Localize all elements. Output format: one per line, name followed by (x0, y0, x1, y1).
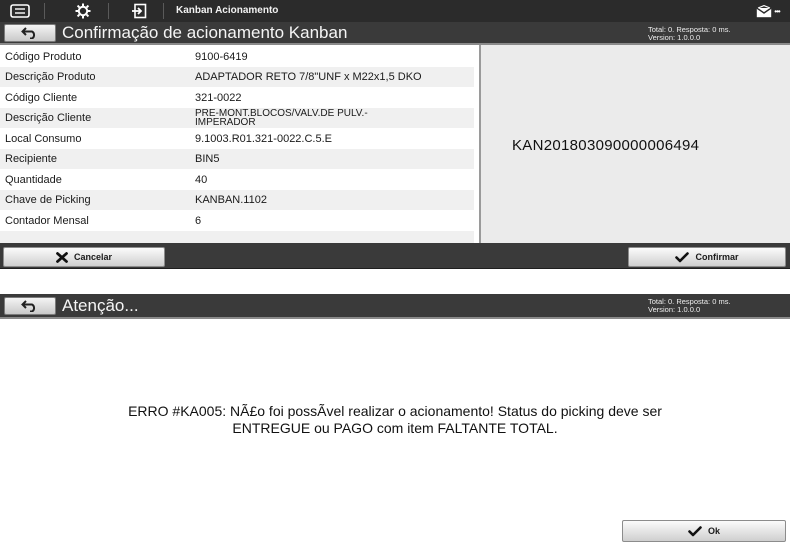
dialog-header: Atenção... Total: 0. Resposta: 0 ms. Ver… (0, 294, 790, 319)
error-message: ERRO #KA005: NÃ£o foi possÃ­vel realizar… (0, 403, 790, 437)
row-label: Descrição Cliente (5, 112, 92, 124)
page-title: Confirmação de acionamento Kanban (62, 23, 348, 42)
confirm-button[interactable]: Confirmar (628, 247, 786, 267)
divider-space (0, 270, 790, 294)
menu-button[interactable] (0, 0, 40, 22)
top-system-bar: Kanban Acionamento ••• (0, 0, 790, 22)
app-title: Kanban Acionamento (176, 5, 279, 16)
kanban-details-table: Código Produto 9100-6419 Descrição Produ… (0, 45, 474, 245)
dialog-title: Atenção... (62, 296, 139, 315)
table-row: Código Cliente 321-0022 (0, 88, 474, 108)
kanban-code-panel: KAN201803090000006494 (479, 45, 790, 243)
dialog-back-button[interactable] (4, 297, 56, 315)
row-value: ADAPTADOR RETO 7/8"UNF x M22x1,5 DKO (195, 71, 422, 83)
back-arrow-icon (21, 27, 36, 39)
table-row: Local Consumo 9.1003.R01.321-0022.C.5.E (0, 129, 474, 149)
row-label: Código Cliente (5, 92, 78, 104)
gear-icon (75, 3, 91, 19)
error-message-line: ENTREGUE ou PAGO com item FALTANTE TOTAL… (232, 420, 558, 436)
row-value: 321-0022 (195, 92, 242, 104)
table-row: Quantidade 40 (0, 170, 474, 190)
action-bar: Cancelar Confirmar (0, 243, 790, 269)
confirm-label: Confirmar (695, 252, 739, 262)
cancel-label: Cancelar (73, 252, 113, 262)
settings-button[interactable] (63, 0, 103, 22)
table-row: Código Produto 9100-6419 (0, 47, 474, 67)
row-value-line: IMPERADOR (195, 117, 256, 128)
row-value: PRE-MONT.BLOCOS/VALV.DE PULV.- IMPERADOR (195, 109, 368, 129)
row-value: 6 (195, 215, 202, 227)
ok-button[interactable]: Ok (622, 520, 786, 542)
table-row: Contador Mensal 6 (0, 211, 474, 231)
exit-icon (132, 3, 147, 19)
ok-label: Ok (707, 526, 720, 536)
row-value: BIN5 (195, 153, 220, 165)
dialog-status-info: Total: 0. Resposta: 0 ms. Version: 1.0.0… (648, 298, 731, 314)
kanban-code: KAN201803090000006494 (512, 137, 700, 154)
row-label: Descrição Produto (5, 71, 96, 83)
row-value: 40 (195, 174, 208, 186)
status-info: Total: 0. Resposta: 0 ms. Version: 1.0.0… (648, 26, 731, 42)
close-icon (56, 251, 68, 263)
cancel-button[interactable]: Cancelar (3, 247, 165, 267)
row-label: Contador Mensal (5, 215, 89, 227)
menu-icon (10, 4, 30, 18)
more-icon: ••• (774, 6, 780, 16)
back-arrow-icon (21, 300, 36, 312)
status-version: Version: 1.0.0.0 (648, 305, 701, 314)
back-button[interactable] (4, 24, 56, 42)
table-row: Chave de Picking KANBAN.1102 (0, 190, 474, 210)
row-value: KANBAN.1102 (195, 194, 267, 206)
row-label: Local Consumo (5, 133, 82, 145)
confirmation-header: Confirmação de acionamento Kanban Total:… (0, 22, 790, 45)
row-value: 9100-6419 (195, 51, 248, 63)
exit-button[interactable] (119, 0, 159, 22)
check-icon (688, 525, 702, 536)
row-label: Código Produto (5, 51, 82, 63)
table-row: Descrição Produto ADAPTADOR RETO 7/8"UNF… (0, 67, 474, 87)
table-row-empty (0, 231, 474, 243)
row-label: Quantidade (5, 174, 62, 186)
check-icon (675, 251, 690, 262)
table-row: Recipiente BIN5 (0, 149, 474, 169)
row-label: Chave de Picking (5, 194, 91, 206)
table-row: Descrição Cliente PRE-MONT.BLOCOS/VALV.D… (0, 108, 474, 128)
row-label: Recipiente (5, 153, 57, 165)
row-value: 9.1003.R01.321-0022.C.5.E (195, 133, 332, 145)
mail-icon (756, 4, 772, 17)
messages-button[interactable]: ••• (750, 0, 786, 22)
status-version: Version: 1.0.0.0 (648, 33, 701, 42)
error-message-line: ERRO #KA005: NÃ£o foi possÃ­vel realizar… (128, 403, 662, 419)
